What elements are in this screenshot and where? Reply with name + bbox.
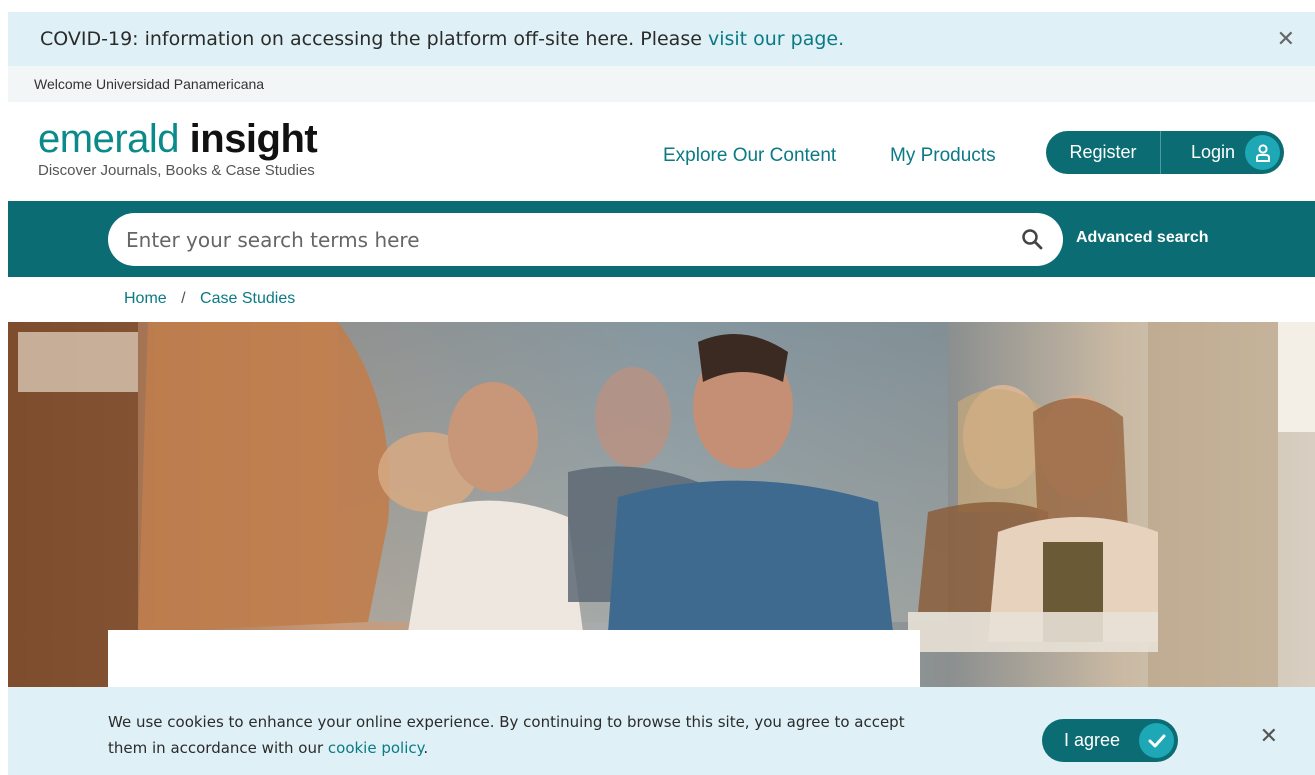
- advanced-search-link[interactable]: Advanced search: [1076, 229, 1209, 247]
- covid-banner: COVID-19: information on accessing the p…: [8, 12, 1315, 66]
- auth-group: Register Login: [1046, 131, 1284, 174]
- site-header: emerald insight Discover Journals, Books…: [8, 102, 1315, 201]
- logo-emerald: emerald: [38, 117, 180, 161]
- login-label: Login: [1190, 142, 1235, 162]
- register-button[interactable]: Register: [1046, 131, 1161, 174]
- search-box: [108, 213, 1063, 266]
- nav-explore-content[interactable]: Explore Our Content: [663, 145, 836, 167]
- hero-content-card: [108, 630, 920, 687]
- agree-button[interactable]: I agree: [1042, 719, 1178, 762]
- cookie-text: We use cookies to enhance your online ex…: [108, 713, 905, 757]
- covid-text: COVID-19: information on accessing the p…: [40, 28, 708, 50]
- welcome-bar: Welcome Universidad Panamericana: [8, 66, 1315, 102]
- search-input[interactable]: [126, 227, 1006, 252]
- emerald-insight-logo[interactable]: emerald insight Discover Journals, Books…: [38, 117, 318, 179]
- check-icon: [1139, 723, 1174, 758]
- user-icon: [1245, 135, 1280, 170]
- welcome-text: Welcome Universidad Panamericana: [34, 76, 265, 92]
- cookie-text-suffix: .: [423, 739, 429, 757]
- covid-close-icon[interactable]: ✕: [1277, 26, 1295, 52]
- breadcrumb: Home / Case Studies: [124, 290, 295, 308]
- covid-visit-link[interactable]: visit our page.: [708, 28, 844, 50]
- search-icon[interactable]: [1021, 228, 1043, 255]
- breadcrumb-separator: /: [181, 290, 186, 307]
- agree-label: I agree: [1064, 730, 1121, 750]
- nav-my-products[interactable]: My Products: [890, 145, 996, 167]
- search-band: Advanced search: [8, 201, 1315, 277]
- breadcrumb-home[interactable]: Home: [124, 290, 167, 307]
- logo-insight: insight: [189, 117, 318, 161]
- login-button[interactable]: Login: [1161, 131, 1284, 174]
- cookie-policy-link[interactable]: cookie policy: [328, 739, 423, 757]
- breadcrumb-case-studies[interactable]: Case Studies: [200, 290, 295, 307]
- covid-message: COVID-19: information on accessing the p…: [40, 28, 844, 50]
- hero-image: [8, 322, 1315, 687]
- logo-tagline: Discover Journals, Books & Case Studies: [38, 162, 315, 179]
- cookie-banner: We use cookies to enhance your online ex…: [8, 687, 1315, 775]
- logo-wordmark: emerald insight: [38, 117, 318, 161]
- cookie-close-icon[interactable]: ✕: [1260, 723, 1278, 749]
- cookie-message: We use cookies to enhance your online ex…: [108, 709, 928, 761]
